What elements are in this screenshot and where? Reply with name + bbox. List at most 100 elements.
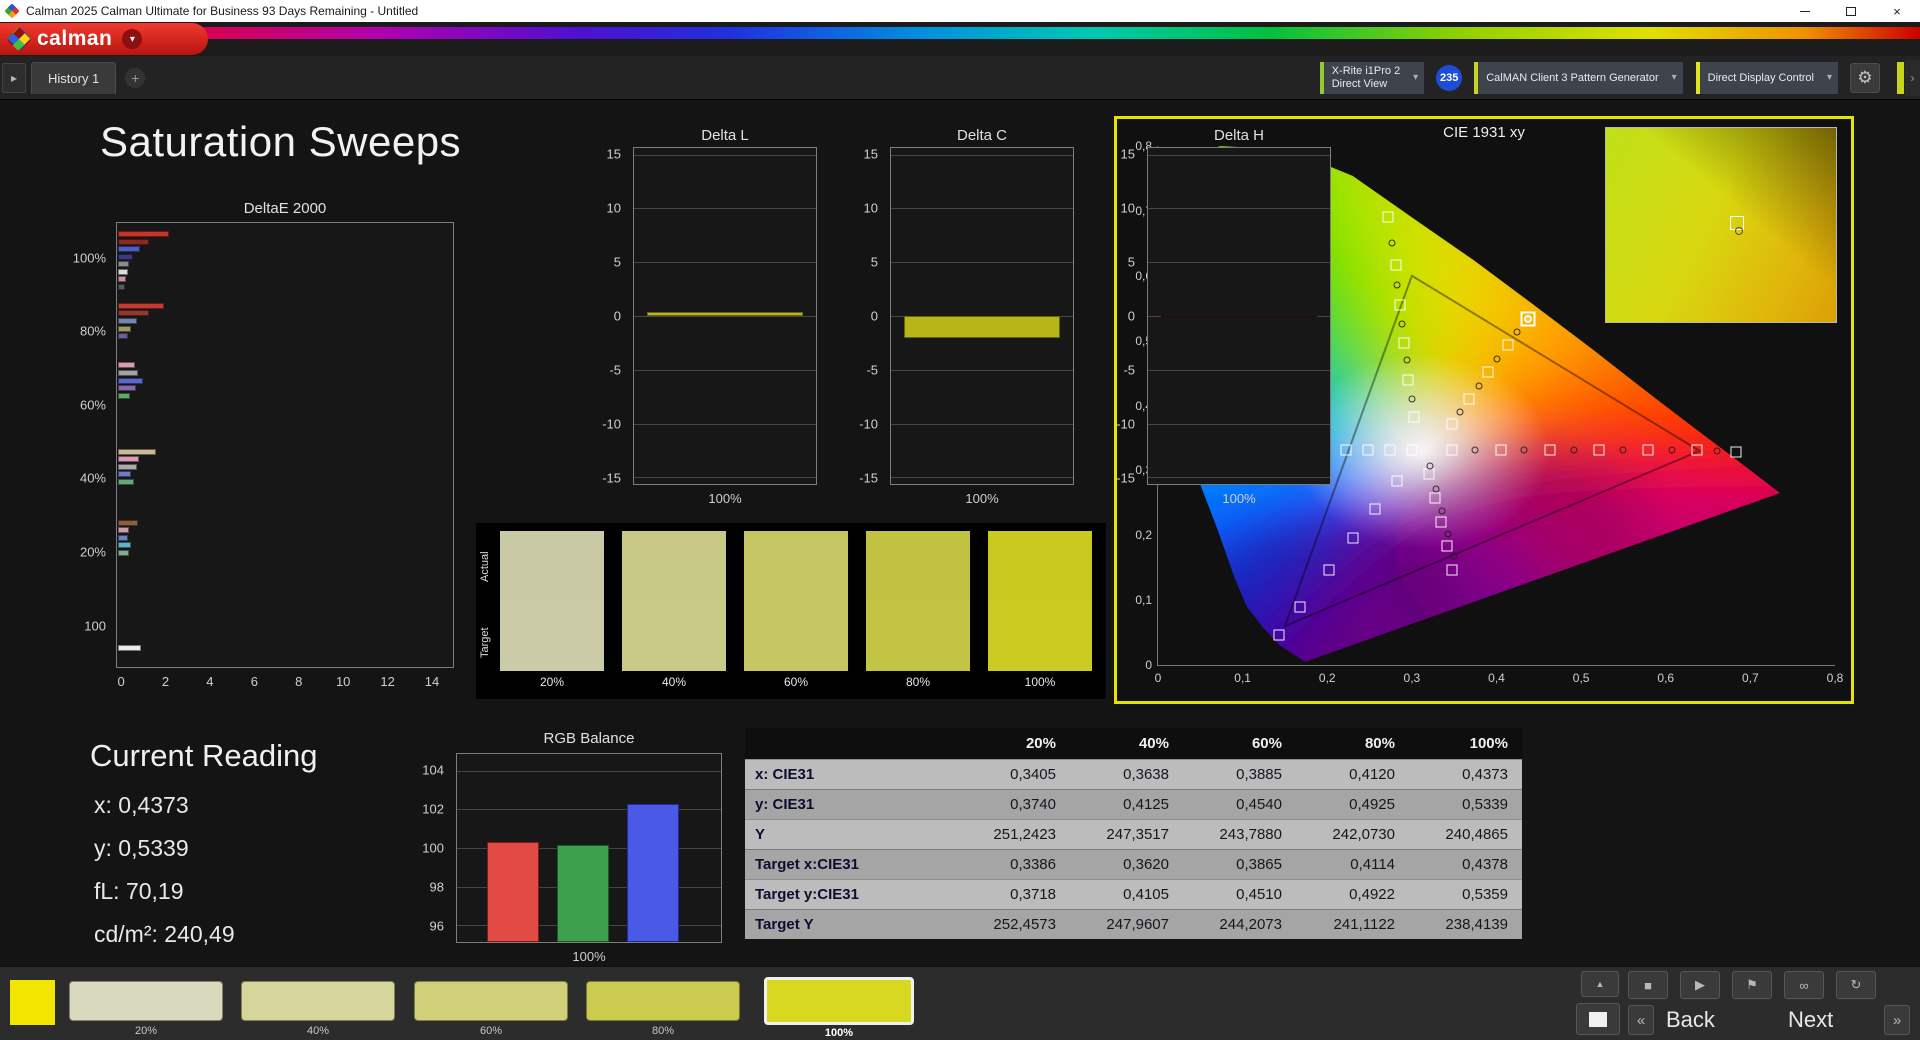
table-row-label: Target Y	[745, 910, 957, 939]
axis-tick-label: 100	[58, 618, 106, 633]
add-tab-button[interactable]: +	[125, 68, 145, 88]
axis-tick-label: 80%	[58, 324, 106, 339]
stop-button[interactable]: ■	[1628, 971, 1668, 999]
gridline	[891, 208, 1073, 209]
table-cell: 244,2073	[1183, 910, 1296, 939]
meter-dropdown[interactable]: X-Rite i1Pro 2 Direct View ▾	[1319, 61, 1425, 95]
pattern-swatch-100%[interactable]	[764, 977, 914, 1025]
settings-gear-button[interactable]: ⚙	[1850, 63, 1880, 93]
current-reading-y: y: 0,5339	[94, 835, 189, 862]
pattern-window-collapse-button[interactable]: ▲	[1581, 971, 1619, 997]
axis-tick-label: 15	[573, 146, 621, 161]
table-cell: 0,4373	[1409, 760, 1522, 789]
cie-target-marker	[1593, 445, 1604, 456]
rgb-balance-y-axis: 1041021009896	[402, 753, 450, 943]
pattern-swatch-60%[interactable]	[414, 981, 568, 1021]
maximize-button[interactable]	[1828, 0, 1874, 22]
pattern-swatch-label: 60%	[414, 1025, 568, 1037]
back-button[interactable]: Back	[1666, 1005, 1715, 1035]
delta-c-chart-title: Delta C	[890, 127, 1074, 144]
pattern-swatch-80%[interactable]	[586, 981, 740, 1021]
swatch-step-label: 100%	[988, 675, 1092, 689]
axis-tick-label: 0,3	[1404, 671, 1421, 685]
table-row-label: Target x:CIE31	[745, 850, 957, 879]
display-control-dropdown[interactable]: Direct Display Control ▾	[1695, 61, 1839, 95]
table-cell: 0,3638	[1070, 760, 1183, 789]
table-cell: 0,4540	[1183, 790, 1296, 819]
meter-status-badge[interactable]: 235	[1436, 65, 1462, 91]
deltae-bar	[118, 310, 149, 316]
actual-swatch	[988, 531, 1092, 601]
gridline	[1148, 370, 1330, 371]
table-cell: 0,4378	[1409, 850, 1522, 879]
chevron-down-icon: ▾	[1672, 72, 1677, 83]
compare-swatch-20%	[500, 531, 604, 671]
collapsed-panel-handle[interactable]	[1897, 62, 1904, 94]
delta-h-chart	[1147, 147, 1331, 485]
current-pattern-swatch	[10, 980, 55, 1025]
cie-measured-marker	[1570, 447, 1577, 454]
gridline	[634, 370, 816, 371]
cie-measured-marker	[1668, 447, 1675, 454]
rainbow-strip	[0, 27, 1920, 39]
cie-measured-marker	[1398, 321, 1405, 328]
cie-measured-marker	[1394, 282, 1401, 289]
current-reading-cdm2: cd/m²: 240,49	[94, 921, 235, 948]
axis-tick-label: 102	[396, 802, 444, 817]
table-cell: 243,7880	[1183, 820, 1296, 849]
table-cell: 251,2423	[957, 820, 1070, 849]
delta-c-chart	[890, 147, 1074, 485]
actual-swatch	[866, 531, 970, 601]
pattern-swatch-20%[interactable]	[69, 981, 223, 1021]
table-row: y: CIE310,37400,41250,45400,49250,5339	[745, 789, 1522, 819]
repeat-button[interactable]: ↻	[1836, 971, 1876, 999]
deltae-bar	[118, 393, 130, 399]
axis-tick-label: 100%	[890, 491, 1074, 506]
window-title: Calman 2025 Calman Ultimate for Business…	[26, 4, 418, 18]
pattern-preview-button[interactable]	[1576, 1003, 1620, 1035]
next-button[interactable]: Next	[1788, 1005, 1833, 1035]
cie-target-marker	[1435, 516, 1446, 527]
meter-name: X-Rite i1Pro 2	[1332, 65, 1400, 78]
cie-measured-marker	[1439, 508, 1446, 515]
cie-target-marker	[1274, 629, 1285, 640]
deltae-bar	[118, 333, 128, 339]
cie-target-marker	[1446, 445, 1457, 456]
pattern-swatch-40%[interactable]	[241, 981, 395, 1021]
cie-measured-marker	[1426, 462, 1433, 469]
calman-logo[interactable]: calman ▾	[0, 23, 208, 55]
target-swatch	[622, 601, 726, 671]
axis-tick-label: 6	[251, 674, 258, 689]
axis-tick-label: 14	[425, 674, 439, 689]
close-button[interactable]: ×	[1874, 0, 1920, 22]
panel-expand-button[interactable]: ›	[1905, 60, 1920, 96]
minimize-button[interactable]	[1782, 0, 1828, 22]
gridline	[1148, 208, 1330, 209]
table-row-label: Y	[745, 820, 957, 849]
logo-menu-button[interactable]: ▾	[122, 29, 142, 49]
flag-button[interactable]: ⚑	[1732, 971, 1772, 999]
deltae-bar	[118, 464, 137, 470]
cie-target-marker	[1384, 445, 1395, 456]
gridline	[1148, 477, 1330, 478]
target-swatch	[500, 601, 604, 671]
next-chevron-button[interactable]: »	[1884, 1005, 1910, 1035]
tab-history-1[interactable]: History 1	[31, 62, 116, 94]
axis-tick-label: -10	[830, 417, 878, 432]
brand-bar: calman ▾	[0, 22, 1920, 56]
axis-tick-label: 10	[336, 674, 350, 689]
continuous-button[interactable]: ∞	[1784, 971, 1824, 999]
cie-zoom-inset	[1605, 127, 1837, 323]
back-chevron-button[interactable]: «	[1628, 1005, 1654, 1035]
tab-scroll-button[interactable]: ▸	[2, 63, 26, 93]
axis-tick-label: 15	[1087, 146, 1135, 161]
gridline	[891, 155, 1073, 156]
current-reading-x: x: 0,4373	[94, 792, 189, 819]
table-row: Target x:CIE310,33860,36200,38650,41140,…	[745, 849, 1522, 879]
pattern-generator-dropdown[interactable]: CalMAN Client 3 Pattern Generator ▾	[1473, 61, 1683, 95]
delta-l-y-axis: 151050-5-10-15	[579, 147, 627, 485]
play-button[interactable]: ▶	[1680, 971, 1720, 999]
pattern-generator-label: CalMAN Client 3 Pattern Generator	[1486, 72, 1658, 84]
axis-tick-label: 0	[1155, 671, 1162, 685]
deltae-bar	[118, 362, 135, 368]
